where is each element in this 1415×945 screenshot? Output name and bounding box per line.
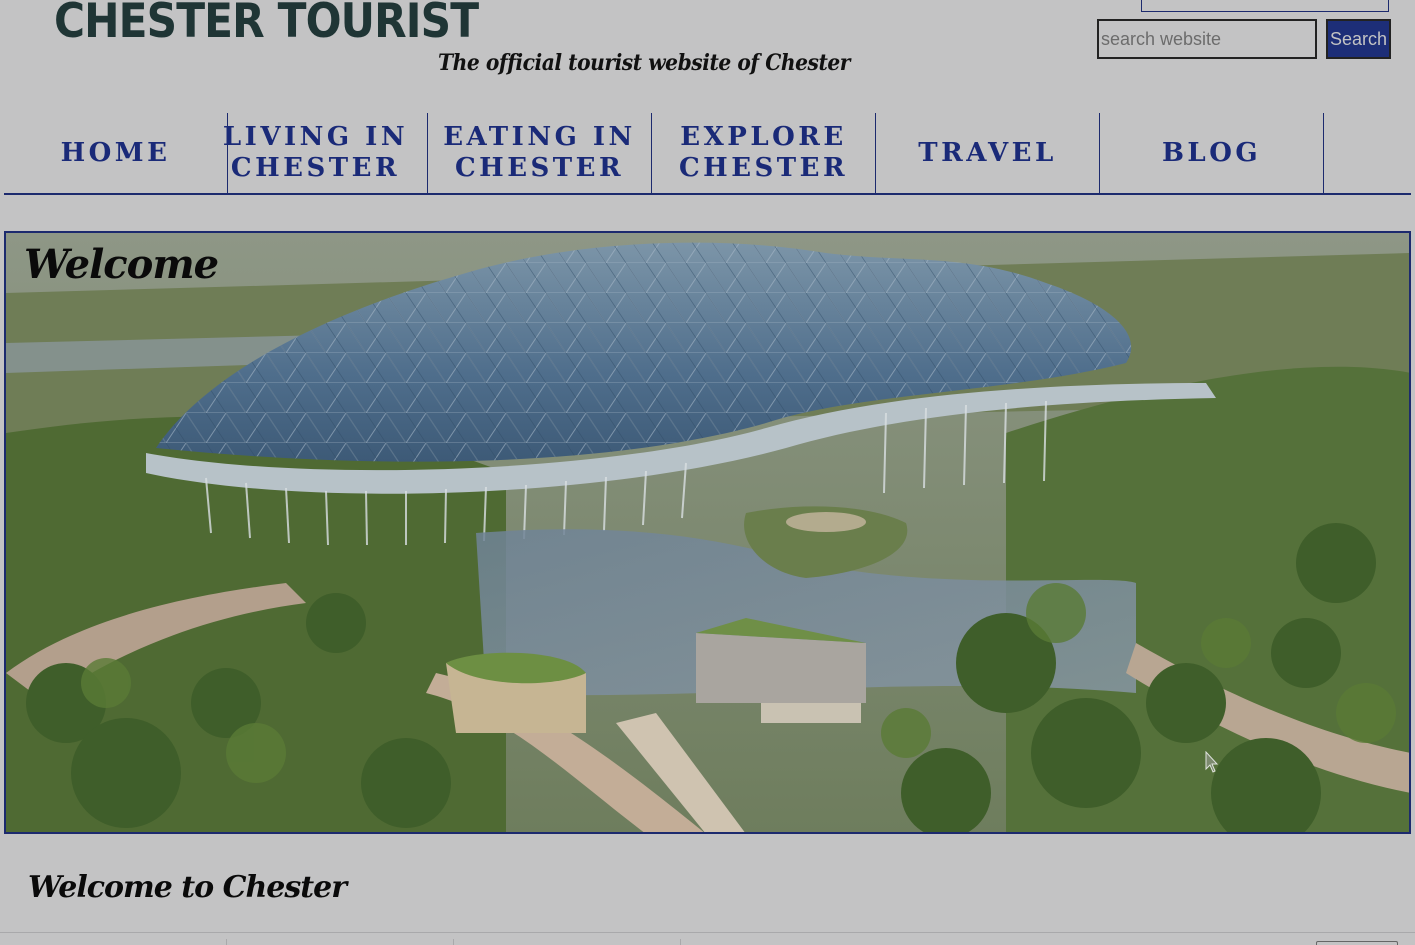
site-title[interactable]: CHESTER TOURIST <box>54 0 479 49</box>
nav-item-label: EXPLORE <box>680 122 847 152</box>
search-button[interactable]: Search <box>1326 19 1391 59</box>
partial-button[interactable] <box>1316 941 1398 945</box>
main-navigation: HOME LIVING IN CHESTER EATING IN CHESTER… <box>4 113 1411 195</box>
nav-item-blog[interactable]: BLOG <box>1100 113 1324 193</box>
nav-item-label: HOME <box>60 137 171 168</box>
nav-item-home[interactable]: HOME <box>4 113 228 193</box>
nav-item-label-line2: CHESTER <box>230 153 401 183</box>
site-tagline: The official tourist website of Chester <box>438 50 850 76</box>
column-divider <box>453 939 454 945</box>
language-selector[interactable] <box>1141 0 1389 12</box>
nav-item-label-line2: CHESTER <box>678 153 849 183</box>
nav-item-label: EATING IN <box>443 122 636 152</box>
hero-image <box>6 233 1409 832</box>
page: CHESTER TOURIST The official tourist web… <box>0 0 1415 945</box>
nav-item-living-in-chester[interactable]: LIVING IN CHESTER <box>204 113 428 193</box>
section-title: Welcome to Chester <box>28 870 347 905</box>
hero-banner: Welcome <box>4 231 1411 834</box>
nav-item-label-line2: CHESTER <box>454 153 625 183</box>
nav-item-label: BLOG <box>1161 137 1262 168</box>
nav-item-explore-chester[interactable]: EXPLORE CHESTER <box>652 113 876 193</box>
nav-item-label: LIVING IN <box>222 122 409 152</box>
column-divider <box>680 939 681 945</box>
content-columns-edge <box>0 932 1415 945</box>
column-divider <box>226 939 227 945</box>
nav-item-travel[interactable]: TRAVEL <box>876 113 1100 193</box>
hero-title: Welcome <box>24 241 219 288</box>
search-input[interactable] <box>1097 19 1317 59</box>
nav-item-label: TRAVEL <box>918 137 1057 168</box>
nav-item-eating-in-chester[interactable]: EATING IN CHESTER <box>428 113 652 193</box>
